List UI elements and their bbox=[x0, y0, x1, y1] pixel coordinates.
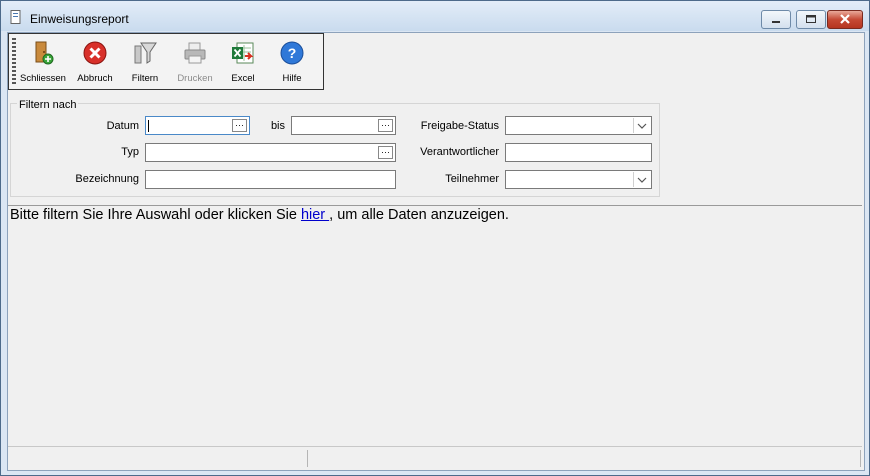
help-icon: ? bbox=[280, 41, 304, 65]
toolbar-label: Abbruch bbox=[77, 73, 113, 84]
datum-field[interactable]: ··· bbox=[145, 116, 250, 135]
toolbar-button-abbruch[interactable]: Abbruch bbox=[71, 37, 119, 87]
filter-icon bbox=[134, 42, 157, 64]
close-icon bbox=[840, 14, 850, 24]
toolbar-grip[interactable] bbox=[12, 38, 16, 84]
main-window: Einweisungsreport Schliessen Abbruch Fil… bbox=[0, 0, 870, 476]
filter-legend: Filtern nach bbox=[17, 99, 79, 111]
maximize-button[interactable] bbox=[796, 10, 826, 29]
filter-panel: Filtern nach Datum ··· bis ··· Typ ··· B… bbox=[8, 95, 862, 206]
bis-label: bis bbox=[270, 120, 285, 132]
toolbar-label: Drucken bbox=[177, 73, 213, 84]
cancel-icon bbox=[83, 41, 107, 65]
door-exit-icon bbox=[35, 41, 54, 65]
toolbar-button-hilfe[interactable]: ? Hilfe bbox=[268, 37, 316, 87]
client-area: Schliessen Abbruch Filtern Drucken Excel… bbox=[7, 32, 865, 471]
close-button[interactable] bbox=[827, 10, 863, 29]
title-bar[interactable]: Einweisungsreport bbox=[1, 1, 869, 31]
show-all-link[interactable]: hier bbox=[301, 207, 329, 223]
chevron-down-icon[interactable] bbox=[633, 172, 650, 187]
bis-picker-button[interactable]: ··· bbox=[378, 119, 393, 132]
printer-icon bbox=[184, 42, 206, 64]
excel-icon bbox=[232, 42, 254, 64]
bezeichnung-field[interactable] bbox=[145, 170, 396, 189]
toolbar-button-filtern[interactable]: Filtern bbox=[121, 37, 169, 87]
toolbar: Schliessen Abbruch Filtern Drucken Excel… bbox=[8, 33, 324, 90]
status-divider bbox=[860, 450, 861, 467]
status-bar bbox=[8, 446, 862, 470]
typ-picker-button[interactable]: ··· bbox=[378, 146, 393, 159]
toolbar-label: Hilfe bbox=[282, 73, 302, 84]
verantwortlicher-label: Verantwortlicher bbox=[420, 146, 499, 158]
toolbar-button-drucken[interactable]: Drucken bbox=[171, 37, 219, 87]
teilnehmer-select[interactable] bbox=[505, 170, 652, 189]
typ-field[interactable]: ··· bbox=[145, 143, 396, 162]
toolbar-label: Filtern bbox=[131, 73, 159, 84]
message-text: Bitte filtern Sie Ihre Auswahl oder klic… bbox=[10, 207, 301, 223]
minimize-icon bbox=[772, 21, 780, 23]
filter-group: Filtern nach Datum ··· bis ··· Typ ··· B… bbox=[10, 99, 660, 197]
status-divider bbox=[307, 450, 308, 467]
datum-label: Datum bbox=[106, 120, 139, 132]
teilnehmer-label: Teilnehmer bbox=[445, 173, 499, 185]
toolbar-button-schliessen[interactable]: Schliessen bbox=[19, 37, 67, 87]
window-title: Einweisungsreport bbox=[30, 12, 129, 26]
freigabe-status-label: Freigabe-Status bbox=[420, 120, 499, 132]
bis-field[interactable]: ··· bbox=[291, 116, 396, 135]
text-cursor bbox=[148, 120, 149, 132]
toolbar-button-excel[interactable]: Excel bbox=[219, 37, 267, 87]
svg-text:?: ? bbox=[288, 45, 297, 61]
freigabe-status-select[interactable] bbox=[505, 116, 652, 135]
typ-label: Typ bbox=[121, 146, 139, 158]
document-icon bbox=[10, 10, 21, 24]
datum-picker-button[interactable]: ··· bbox=[232, 119, 247, 132]
toolbar-label: Excel bbox=[231, 73, 255, 84]
minimize-button[interactable] bbox=[761, 10, 791, 29]
info-message: Bitte filtern Sie Ihre Auswahl oder klic… bbox=[10, 207, 509, 223]
verantwortlicher-field[interactable] bbox=[505, 143, 652, 162]
bezeichnung-label: Bezeichnung bbox=[75, 173, 139, 185]
chevron-down-icon[interactable] bbox=[633, 118, 650, 133]
message-text: , um alle Daten anzuzeigen. bbox=[329, 207, 509, 223]
maximize-icon bbox=[806, 15, 816, 23]
toolbar-label: Schliessen bbox=[20, 73, 66, 84]
